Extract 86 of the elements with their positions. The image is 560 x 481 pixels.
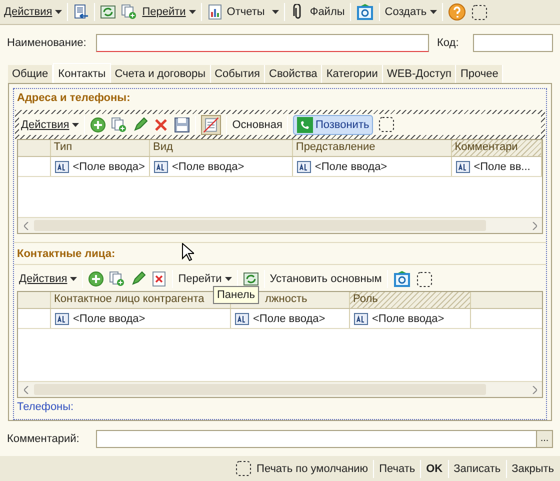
help-icon[interactable] <box>448 3 466 21</box>
toolbar-button[interactable]: Закрыть <box>512 462 554 476</box>
toolbar-button[interactable]: Отчеты <box>206 4 279 20</box>
email-icon[interactable] <box>356 3 374 21</box>
field-label: Наименование: <box>7 36 88 50</box>
call-button[interactable]: Позвонить <box>293 114 374 134</box>
copy-add-icon[interactable] <box>121 4 138 20</box>
table-cell[interactable]: <Поле ввода> <box>50 157 150 176</box>
pencil-icon[interactable] <box>130 271 146 287</box>
copy-add-icon[interactable] <box>111 116 128 132</box>
horizontal-scrollbar[interactable] <box>18 217 542 233</box>
delete-icon[interactable] <box>153 116 170 132</box>
document-arrow-icon[interactable] <box>73 4 90 20</box>
tab[interactable]: Счета и договоры <box>110 65 211 83</box>
menu-button[interactable]: Перейти <box>142 5 196 19</box>
caret-icon <box>272 10 279 14</box>
table-cell[interactable]: <Поле ввода> <box>292 157 452 176</box>
refresh-icon[interactable] <box>242 271 259 287</box>
panel-icon[interactable] <box>470 4 488 20</box>
caret-icon <box>72 122 80 126</box>
menu-button[interactable]: Действия <box>4 5 62 19</box>
panel-icon[interactable] <box>416 270 433 288</box>
tab[interactable]: Свойства <box>265 65 322 83</box>
text-field-icon <box>235 312 249 324</box>
section-title: Адреса и телефоны: <box>16 91 132 106</box>
code-input[interactable] <box>473 34 553 52</box>
text-field-icon <box>354 312 368 324</box>
delete-icon[interactable] <box>151 271 168 287</box>
panel-icon[interactable] <box>378 116 396 133</box>
horizontal-scrollbar[interactable] <box>18 381 542 397</box>
caret-icon <box>188 10 196 14</box>
column-header[interactable]: Тип <box>50 140 150 156</box>
toolbar-button[interactable]: Печать <box>379 462 416 476</box>
table-cell[interactable]: <Поле ввода> <box>350 309 471 328</box>
tab[interactable]: События <box>210 65 265 83</box>
menu-button[interactable]: Действия <box>21 118 80 132</box>
column-header[interactable]: Комментари <box>452 140 542 156</box>
comment-field[interactable]: ... <box>96 430 553 448</box>
ok-button[interactable]: OK <box>426 462 443 476</box>
toolbar-button[interactable]: Основная <box>232 118 282 132</box>
select-button[interactable]: ... <box>536 431 552 447</box>
tab[interactable]: Контакты <box>53 63 111 83</box>
column-header[interactable]: Вид <box>150 140 293 156</box>
table-cell[interactable]: <Поле вв... <box>452 157 542 176</box>
menu-button[interactable]: Создать <box>384 5 437 19</box>
save-icon[interactable] <box>174 116 190 132</box>
field-label: Комментарий: <box>7 432 80 446</box>
table-cell[interactable]: <Поле ввода> <box>150 157 293 176</box>
column-header[interactable]: Роль <box>350 292 471 308</box>
email-icon[interactable] <box>392 270 411 288</box>
tab[interactable]: Прочее <box>456 65 504 83</box>
caret-icon <box>55 10 62 14</box>
toolbar-button[interactable]: Записать <box>454 462 501 476</box>
add-icon[interactable] <box>88 271 104 287</box>
text-field-icon <box>55 312 69 324</box>
table-cell[interactable]: <Поле ввода> <box>231 309 350 328</box>
toolbar-button[interactable]: Печать по умолчанию <box>256 462 368 476</box>
phone-icon <box>297 116 314 132</box>
field-label: Код: <box>437 36 460 50</box>
pencil-icon[interactable] <box>132 116 148 132</box>
text-field-icon <box>456 160 470 172</box>
caret-icon <box>70 277 78 281</box>
toolbar-button[interactable]: Файлы <box>290 4 345 20</box>
tooltip: Панель <box>213 286 260 304</box>
tab[interactable]: Общие <box>8 65 54 83</box>
menu-button[interactable]: Действия <box>19 272 78 286</box>
copy-add-icon[interactable] <box>109 271 126 287</box>
text-field-icon <box>54 160 69 172</box>
panel-icon[interactable] <box>234 460 252 477</box>
tab[interactable]: WEB-Доступ <box>382 65 456 83</box>
table-cell[interactable]: <Поле ввода> <box>51 309 231 328</box>
cursor-icon <box>182 243 194 262</box>
menu-button[interactable]: Перейти <box>178 272 232 286</box>
text-field-icon <box>296 160 311 172</box>
chart-icon[interactable] <box>206 4 223 20</box>
caret-icon <box>430 10 437 14</box>
add-icon[interactable] <box>90 116 106 132</box>
toolbar-button[interactable]: Установить основным <box>270 272 382 286</box>
section-title: Контактные лица: <box>16 247 116 262</box>
phones-label: Телефоны: <box>16 400 75 414</box>
crossed-list-icon[interactable] <box>201 114 222 134</box>
name-input[interactable] <box>96 34 429 52</box>
text-field-icon <box>154 160 168 172</box>
caret-icon <box>224 277 232 281</box>
tab[interactable]: Категории <box>322 65 383 83</box>
refresh-icon[interactable] <box>100 4 116 20</box>
